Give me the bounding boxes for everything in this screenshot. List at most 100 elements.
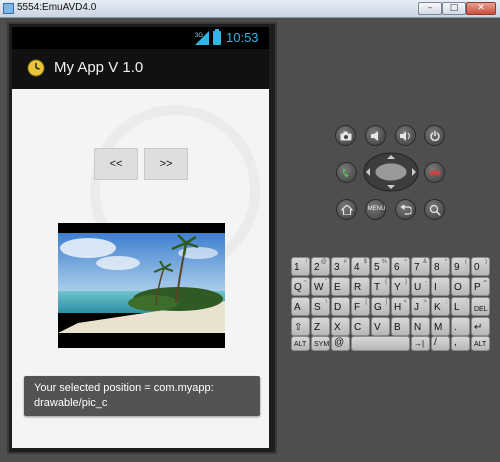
- home-button[interactable]: [336, 199, 357, 220]
- key-label: 7: [414, 262, 420, 273]
- keyboard-key[interactable]: DEL: [471, 297, 490, 316]
- keyboard-key[interactable]: ^ 6: [391, 257, 410, 276]
- keyboard-key[interactable]: & 7: [411, 257, 430, 276]
- keyboard-key[interactable]: R: [351, 277, 370, 296]
- dpad-icon: [363, 152, 419, 192]
- key-label: DEL: [474, 306, 488, 313]
- keyboard-key[interactable]: < H: [391, 297, 410, 316]
- keyboard-key[interactable]: = P: [471, 277, 490, 296]
- slash-key[interactable]: /: [431, 336, 450, 351]
- keyboard-key[interactable]: -U: [411, 277, 430, 296]
- toast-message: Your selected position = com.myapp: draw…: [24, 376, 260, 416]
- keyboard-key[interactable]: {T: [371, 277, 390, 296]
- key-secondary-label: :: [465, 299, 467, 305]
- at-key[interactable]: @: [331, 336, 350, 351]
- alt-left-key[interactable]: ALT: [291, 336, 310, 351]
- key-secondary-label: ": [324, 279, 327, 285]
- gallery-image[interactable]: [58, 223, 225, 348]
- key-label: A: [294, 302, 301, 313]
- key-secondary-label: #: [343, 259, 347, 265]
- key-secondary-label: =: [483, 279, 487, 285]
- keyboard-key[interactable]: } Y: [391, 277, 410, 296]
- keyboard-key[interactable]: I: [431, 277, 450, 296]
- keyboard-key[interactable]: #3: [331, 257, 350, 276]
- key-label: E: [334, 282, 341, 293]
- volume-up-button[interactable]: [395, 125, 416, 146]
- keyboard-key[interactable]: :L: [451, 297, 470, 316]
- close-button[interactable]: ✕: [466, 2, 496, 15]
- keyboard-key[interactable]: M: [431, 317, 450, 336]
- keyboard-key[interactable]: @2: [311, 257, 330, 276]
- key-secondary-label: >: [423, 299, 427, 305]
- key-secondary-label: {: [384, 279, 387, 285]
- keyboard-key[interactable]: $4: [351, 257, 370, 276]
- key-label: 0: [474, 262, 480, 273]
- keyboard-key[interactable]: (9: [451, 257, 470, 276]
- key-secondary-label: ;: [445, 299, 447, 305]
- keyboard-key[interactable]: ; K: [431, 297, 450, 316]
- keyboard-key[interactable]: > J: [411, 297, 430, 316]
- key-label: Q: [294, 282, 302, 293]
- key-label: 5: [374, 262, 380, 273]
- volume-down-icon: [370, 130, 378, 141]
- keyboard-key[interactable]: ~ Q: [291, 277, 310, 296]
- keyboard-key[interactable]: D: [331, 297, 350, 316]
- app-clock-icon: [27, 59, 45, 77]
- keyboard-key[interactable]: \ S: [311, 297, 330, 316]
- key-label: B: [394, 322, 401, 333]
- keyboard-key[interactable]: A: [291, 297, 310, 316]
- keyboard-key[interactable]: N: [411, 317, 430, 336]
- minimize-button[interactable]: –: [418, 2, 442, 15]
- previous-button[interactable]: <<: [94, 148, 138, 180]
- keyboard-key[interactable]: V: [371, 317, 390, 336]
- key-secondary-label: @: [320, 259, 327, 265]
- keyboard-key[interactable]: C: [351, 317, 370, 336]
- next-button[interactable]: >>: [144, 148, 188, 180]
- keyboard-key[interactable]: " W: [311, 277, 330, 296]
- keyboard-key[interactable]: Z: [311, 317, 330, 336]
- key-label: 8: [434, 262, 440, 273]
- window-title: 5554:EmuAVD4.0: [17, 2, 97, 13]
- keyboard-key[interactable]: ´ E: [331, 277, 350, 296]
- key-label: ⇧: [294, 322, 303, 333]
- keyboard-key[interactable]: O: [451, 277, 470, 296]
- keyboard-key[interactable]: ↵: [471, 317, 490, 336]
- sym-key[interactable]: SYM: [311, 336, 330, 351]
- space-key[interactable]: [351, 336, 410, 351]
- key-label: M: [434, 322, 443, 333]
- end-call-button[interactable]: [424, 162, 445, 183]
- directional-pad[interactable]: [363, 152, 419, 192]
- key-label: 9: [454, 262, 460, 273]
- call-button[interactable]: [336, 162, 357, 183]
- key-label: R: [354, 282, 362, 293]
- key-label: G: [374, 302, 382, 313]
- keyboard-key[interactable]: [F: [351, 297, 370, 316]
- keyboard-key[interactable]: % 5: [371, 257, 390, 276]
- keyboard-key[interactable]: .: [451, 317, 470, 336]
- key-label: T: [374, 282, 381, 293]
- keyboard-key[interactable]: ] G: [371, 297, 390, 316]
- status-bar: 3G 10:53: [12, 27, 269, 49]
- key-secondary-label: [: [365, 299, 367, 305]
- keyboard-key[interactable]: ) 0: [471, 257, 490, 276]
- back-icon: [400, 204, 411, 215]
- key-secondary-label: ´: [345, 279, 347, 285]
- key-label: L: [454, 302, 460, 313]
- volume-down-button[interactable]: [365, 125, 386, 146]
- comma-key[interactable]: ,: [451, 336, 470, 351]
- keyboard-key[interactable]: * 8: [431, 257, 450, 276]
- search-button[interactable]: [424, 199, 445, 220]
- back-button[interactable]: [395, 199, 416, 220]
- alt-right-key[interactable]: ALT: [471, 336, 490, 351]
- camera-button[interactable]: [335, 125, 356, 146]
- keyboard-key[interactable]: ⇧: [291, 317, 310, 336]
- keyboard-key[interactable]: X: [331, 317, 350, 336]
- key-secondary-label: <: [403, 299, 407, 305]
- power-button[interactable]: [424, 125, 445, 146]
- menu-button[interactable]: MENU: [365, 199, 386, 220]
- maximize-button[interactable]: □: [442, 2, 466, 15]
- network-type-label: 3G: [195, 33, 203, 39]
- keyboard-key[interactable]: B: [391, 317, 410, 336]
- tab-key[interactable]: →|: [411, 336, 430, 351]
- keyboard-key[interactable]: ! 1: [291, 257, 310, 276]
